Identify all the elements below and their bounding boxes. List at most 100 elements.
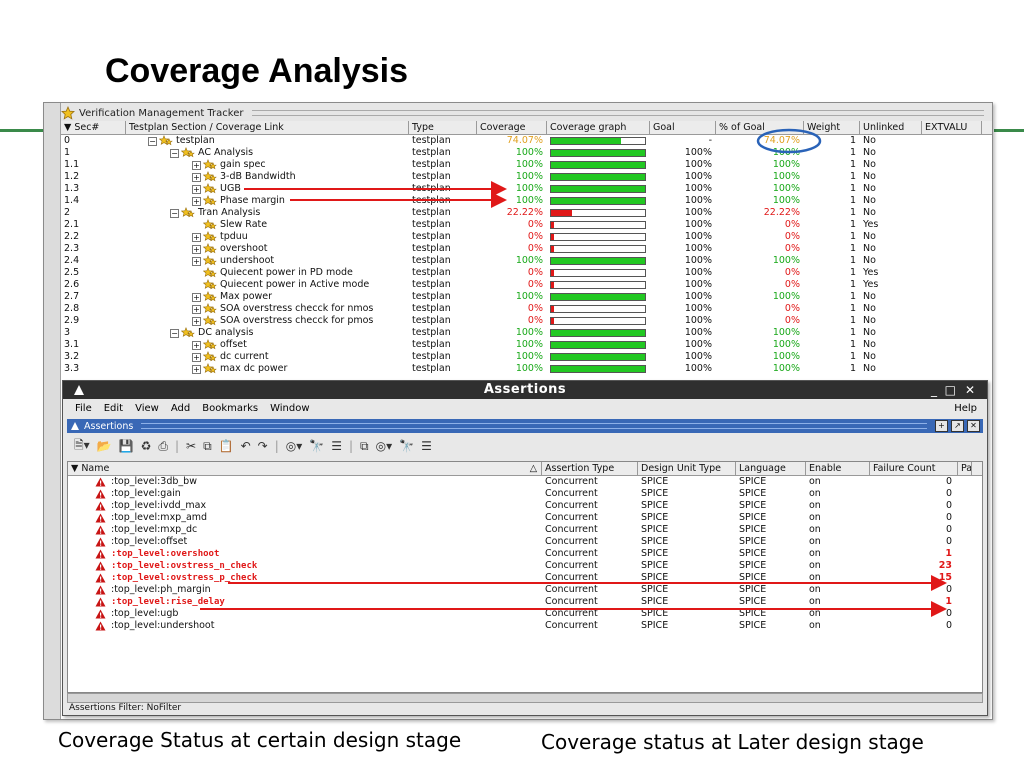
vmt-row[interactable]: 2.4 + undershoot testplan 100% 100% 100% 1 No: [61, 255, 992, 267]
vmt-row[interactable]: 1 − AC Analysis testplan 100% 100% 100% 1 No: [61, 147, 992, 159]
expand-icon[interactable]: +: [192, 244, 201, 254]
col-header-failure-count[interactable]: Failure Count: [870, 462, 958, 475]
list-2-icon[interactable]: ☰: [421, 439, 432, 453]
pane-add-button[interactable]: +: [935, 420, 948, 432]
expand-icon[interactable]: +: [192, 292, 201, 302]
vmt-row[interactable]: 1.2 +3-dB Bandwidth testplan 100% 100% 100% 1 N…: [61, 171, 992, 183]
col-header-pa[interactable]: Pa: [958, 462, 972, 475]
find-icon[interactable]: 🔭: [309, 439, 324, 453]
col-header-weight[interactable]: Weight: [804, 121, 860, 134]
vmt-row[interactable]: 3.2 + dc current testplan 100% 100% 100% 1 No: [61, 351, 992, 363]
pane-close-button[interactable]: ✕: [967, 420, 980, 432]
menu-bookmarks[interactable]: Bookmarks: [202, 403, 258, 414]
vmt-row[interactable]: 2.5 Quiecent power in PD mode testplan 0% 10…: [61, 267, 992, 279]
assertion-row[interactable]: :top_level:ivdd_max Concurrent SPICE SPICE o…: [68, 500, 982, 512]
vmt-row[interactable]: 0 − testplan testplan 74.07% - 74.07% 1 No: [61, 135, 992, 147]
expand-icon[interactable]: +: [192, 184, 201, 194]
reload-icon[interactable]: ♻: [141, 439, 152, 453]
vmt-row[interactable]: 2.8 + SOA overstress checck for nmos testpl…: [61, 303, 992, 315]
vmt-row[interactable]: 3 − DC analysis testplan 100% 100% 100% 1 No: [61, 327, 992, 339]
print-icon[interactable]: ⎙: [158, 439, 168, 454]
menu-add[interactable]: Add: [171, 403, 190, 414]
expand-icon[interactable]: +: [192, 352, 201, 362]
maximize-button[interactable]: □: [945, 381, 956, 399]
assertion-row[interactable]: :top_level:offset Concurrent SPICE SPICE on 0: [68, 536, 982, 548]
assertion-row[interactable]: :top_level:mxp_dc Concurrent SPICE SPICE on 0: [68, 524, 982, 536]
target-2-icon[interactable]: ◎▾: [376, 439, 393, 453]
expand-icon[interactable]: +: [192, 304, 201, 314]
collapse-icon[interactable]: −: [170, 208, 179, 218]
copy-2-icon[interactable]: ⧉: [360, 439, 369, 454]
target-icon[interactable]: ◎▾: [286, 439, 303, 453]
menu-file[interactable]: File: [75, 403, 92, 414]
new-icon[interactable]: 🗎▾: [74, 436, 90, 457]
save-icon[interactable]: 💾: [119, 439, 134, 453]
expand-icon[interactable]: +: [192, 316, 201, 326]
col-header-section-link[interactable]: Testplan Section / Coverage Link: [126, 121, 409, 134]
col-header-assertion-type[interactable]: Assertion Type: [542, 462, 638, 475]
vmt-row[interactable]: 2.1 Slew Rate testplan 0% 100% 0% 1 Yes: [61, 219, 992, 231]
col-header-extvalu[interactable]: EXTVALU: [922, 121, 982, 134]
pane-undock-button[interactable]: ↗: [951, 420, 964, 432]
assertion-row[interactable]: :top_level:ugb Concurrent SPICE SPICE on 0: [68, 608, 982, 620]
col-header-coverage-graph[interactable]: Coverage graph: [547, 121, 650, 134]
find-2-icon[interactable]: 🔭: [399, 439, 414, 453]
assertion-row[interactable]: :top_level:ovstress_n_check Concurrent SPI…: [68, 560, 982, 572]
assertion-row[interactable]: :top_level:rise_delay Concurrent SPICE SPIC…: [68, 596, 982, 608]
collapse-icon[interactable]: −: [170, 328, 179, 338]
vmt-row[interactable]: 3.3 + max dc power testplan 100% 100% 100% 1 No: [61, 363, 992, 375]
menu-view[interactable]: View: [135, 403, 159, 414]
menu-edit[interactable]: Edit: [104, 403, 123, 414]
expand-icon[interactable]: +: [192, 364, 201, 374]
expand-icon[interactable]: +: [192, 196, 201, 206]
assertion-row[interactable]: :top_level:overshoot Concurrent SPICE SPICE…: [68, 548, 982, 560]
vmt-row[interactable]: 2.6 Quiecent power in Active mode testplan…: [61, 279, 992, 291]
undo-icon[interactable]: ↶: [241, 439, 251, 453]
assertion-row[interactable]: :top_level:ovstress_p_check Concurrent SPI…: [68, 572, 982, 584]
assertion-row[interactable]: :top_level:3db_bw Concurrent SPICE SPICE on 0: [68, 476, 982, 488]
close-button[interactable]: ✕: [965, 381, 975, 399]
col-header-design-unit-type[interactable]: Design Unit Type: [638, 462, 736, 475]
minimize-button[interactable]: _: [931, 381, 937, 399]
expand-icon[interactable]: +: [192, 232, 201, 242]
collapse-icon[interactable]: −: [148, 136, 157, 146]
col-header-unlinked[interactable]: Unlinked: [860, 121, 922, 134]
expand-icon[interactable]: +: [192, 160, 201, 170]
redo-icon[interactable]: ↷: [258, 439, 268, 453]
vmt-row[interactable]: 2.2 + tpduu testplan 0% 100% 0% 1 No: [61, 231, 992, 243]
vmt-cell-coverage-graph: [547, 255, 650, 267]
cut-icon[interactable]: ✂: [186, 439, 196, 453]
vmt-row[interactable]: 2 − Tran Analysis testplan 22.22% 100% 22.22% 1…: [61, 207, 992, 219]
col-header-sec[interactable]: ▼ Sec#: [61, 121, 126, 134]
col-header-coverage[interactable]: Coverage: [477, 121, 547, 134]
horizontal-scrollbar[interactable]: [67, 693, 983, 703]
vmt-row[interactable]: 1.1 + gain spec testplan 100% 100% 100% 1 No: [61, 159, 992, 171]
menu-help[interactable]: Help: [954, 403, 977, 414]
list-icon[interactable]: ☰: [331, 439, 342, 453]
col-header-type[interactable]: Type: [409, 121, 477, 134]
vmt-row[interactable]: 2.7 + Max power testplan 100% 100% 100% 1 No: [61, 291, 992, 303]
col-header-enable[interactable]: Enable: [806, 462, 870, 475]
col-header-name[interactable]: ▼ Name △: [68, 462, 542, 475]
vmt-row[interactable]: 1.3 + UGB testplan 100% 100% 100% 1 No: [61, 183, 992, 195]
assertion-row[interactable]: :top_level:ph_margin Concurrent SPICE SPICE…: [68, 584, 982, 596]
col-header-language[interactable]: Language: [736, 462, 806, 475]
assertions-table[interactable]: ▼ Name △ Assertion Type Design Unit Type …: [67, 461, 983, 693]
expand-icon[interactable]: +: [192, 172, 201, 182]
copy-icon[interactable]: ⧉: [203, 439, 212, 454]
assertion-row[interactable]: :top_level:undershoot Concurrent SPICE SPIC…: [68, 620, 982, 632]
assertion-row[interactable]: :top_level:mxp_amd Concurrent SPICE SPICE on…: [68, 512, 982, 524]
col-header-pct-goal[interactable]: % of Goal: [716, 121, 804, 134]
paste-icon[interactable]: 📋: [219, 439, 234, 453]
expand-icon[interactable]: +: [192, 340, 201, 350]
open-folder-icon[interactable]: 📂: [97, 439, 112, 453]
vmt-row[interactable]: 1.4 + Phase margin testplan 100% 100% 100% 1 No: [61, 195, 992, 207]
vmt-row[interactable]: 2.9 + SOA overstress checck for pmos testpl…: [61, 315, 992, 327]
assertion-row[interactable]: :top_level:gain Concurrent SPICE SPICE on 0: [68, 488, 982, 500]
vmt-row[interactable]: 2.3 + overshoot testplan 0% 100% 0% 1 No: [61, 243, 992, 255]
col-header-goal[interactable]: Goal: [650, 121, 716, 134]
collapse-icon[interactable]: −: [170, 148, 179, 158]
menu-window[interactable]: Window: [270, 403, 309, 414]
vmt-row[interactable]: 3.1 + offset testplan 100% 100% 100% 1 No: [61, 339, 992, 351]
expand-icon[interactable]: +: [192, 256, 201, 266]
